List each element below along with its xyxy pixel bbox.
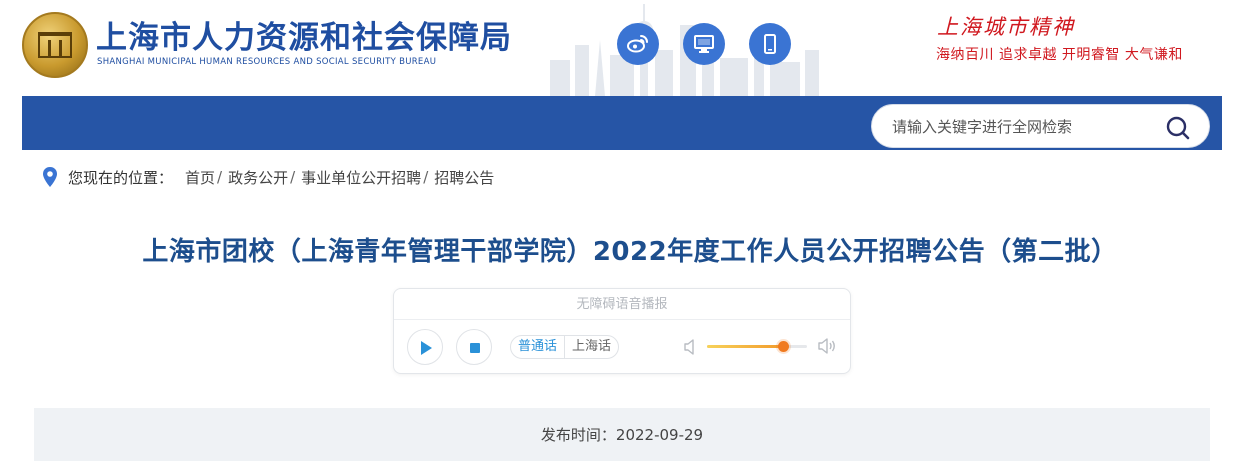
breadcrumb: 您现在的位置： 首页 / 政务公开 / 事业单位公开招聘 / 招聘公告 [42,165,494,189]
language-switch: 普通话 上海话 [510,335,620,359]
article-title: 上海市团校（上海青年管理干部学院）2022年度工作人员公开招聘公告（第二批） [142,237,1118,267]
city-spirit-motto: 海纳百川 追求卓越 开明睿智 大气谦和 [936,47,1183,63]
search-box [871,104,1210,148]
breadcrumb-recruitment-notice[interactable]: 招聘公告 [434,167,494,188]
weibo-button[interactable] [617,23,659,65]
stop-button[interactable] [456,329,492,365]
desktop-version-button[interactable] [683,23,725,65]
search-icon [1166,116,1190,140]
site-header: 上海市人力资源和社会保障局 SHANGHAI MUNICIPAL HUMAN R… [0,0,1260,96]
publish-date: 发布时间：2022-09-29 [540,426,704,444]
breadcrumb-gov-affairs[interactable]: 政务公开 [228,167,288,188]
breadcrumb-public-recruitment[interactable]: 事业单位公开招聘 [301,167,421,188]
audio-player: 无障碍语音播报 普通话 上海话 [393,288,851,374]
breadcrumb-home[interactable]: 首页 [185,167,215,188]
search-button[interactable] [1164,114,1192,142]
breadcrumb-label: 您现在的位置： [68,168,174,187]
breadcrumb-separator: / [290,168,296,186]
stop-icon [470,343,480,353]
weibo-icon [627,35,648,53]
volume-slider-track[interactable] [707,341,807,352]
location-pin-icon [43,167,57,187]
desktop-icon [694,35,714,53]
play-icon [421,341,432,355]
search-input[interactable] [892,115,1152,139]
publish-info-bar: 发布时间：2022-09-29 [34,408,1210,461]
volume-high-icon[interactable] [817,336,839,356]
mobile-version-button[interactable] [749,23,791,65]
org-name-cn[interactable]: 上海市人力资源和社会保障局 [96,12,512,57]
volume-slider-fill [707,345,783,348]
bureau-emblem-logo[interactable] [22,12,88,78]
player-label: 无障碍语音播报 [394,289,850,320]
lang-mandarin-option[interactable]: 普通话 [511,336,564,358]
city-spirit-title: 上海城市精神 [937,15,1075,39]
org-name-en: SHANGHAI MUNICIPAL HUMAN RESOURCES AND S… [97,57,437,67]
play-button[interactable] [407,329,443,365]
mobile-icon [764,34,776,54]
volume-low-icon[interactable] [683,338,699,356]
volume-slider-handle[interactable] [777,341,789,352]
breadcrumb-separator: / [423,168,429,186]
lang-shanghainese-option[interactable]: 上海话 [564,336,618,358]
breadcrumb-separator: / [217,168,223,186]
